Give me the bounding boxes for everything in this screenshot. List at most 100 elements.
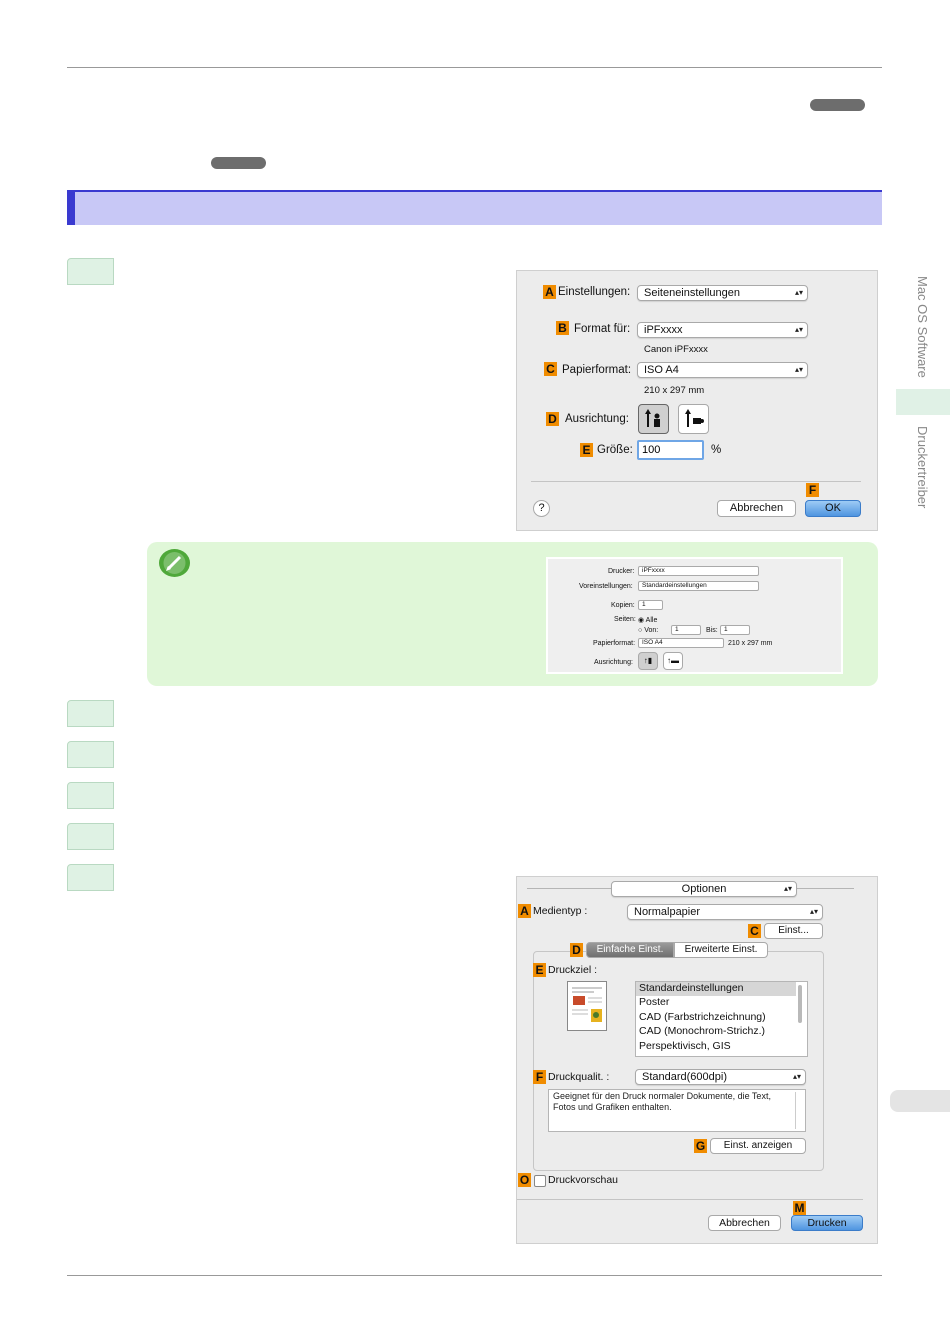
seiten-label: Seiten: (614, 616, 636, 623)
updown-arrow-icon: ▴▾ (794, 325, 803, 334)
drucken-button[interactable]: Drucken (791, 1215, 863, 1231)
updown-arrow-icon: ▴▾ (794, 365, 803, 374)
bis-label: Bis: (706, 627, 718, 634)
kopien-value: 1 (642, 601, 646, 608)
description-text: Geeignet für den Druck normaler Dokument… (553, 1091, 771, 1112)
papierformat-select[interactable]: ISO A4 (638, 638, 724, 648)
kopien-input[interactable]: 1 (638, 600, 663, 610)
radio-von[interactable]: ○ Von: (638, 627, 658, 634)
druckziel-list[interactable]: Standardeinstellungen Poster CAD (Farbst… (635, 981, 808, 1057)
description-box: Geeignet für den Druck normaler Dokument… (548, 1089, 806, 1132)
von-value: 1 (675, 626, 679, 633)
groesse-input[interactable] (637, 440, 704, 460)
format-subtext: Canon iPFxxxx (644, 344, 708, 355)
bottom-rule (67, 1275, 882, 1276)
updown-arrow-icon: ▴▾ (809, 907, 818, 916)
drucker-value: iPFxxxx (642, 567, 665, 574)
bis-value: 1 (724, 626, 728, 633)
druckziel-item[interactable]: Standardeinstellungen (636, 982, 796, 996)
ausrichtung-label: Ausrichtung: (594, 659, 633, 666)
updown-arrow-icon: ▴▾ (794, 288, 803, 297)
help-icon: ? (538, 502, 545, 514)
druckziel-label: Druckziel : (548, 964, 598, 976)
callout-badge: C (748, 924, 761, 938)
druckvorschau-checkbox[interactable] (534, 1175, 546, 1187)
papierformat-size: 210 x 297 mm (728, 640, 773, 647)
druckziel-item[interactable]: Poster (639, 996, 669, 1008)
voreinstellungen-label: Voreinstellungen: (579, 583, 633, 590)
step-marker (67, 741, 114, 768)
radio-alle[interactable]: ◉ Alle (638, 616, 657, 624)
druckqualit-value: Standard(600dpi) (642, 1071, 728, 1083)
callout-badge: F (806, 483, 819, 497)
drucker-select[interactable]: iPFxxxx (638, 566, 759, 576)
format-value: iPFxxxx (644, 324, 683, 336)
link-pill[interactable] (211, 157, 266, 169)
description-scrollbar[interactable] (795, 1092, 796, 1129)
ok-button[interactable]: OK (805, 500, 861, 517)
einstellungen-value: Seiteneinstellungen (644, 287, 741, 299)
callout-badge: F (533, 1070, 546, 1084)
alle-label: Alle (645, 617, 658, 624)
mini-portrait-button[interactable]: ↑▮ (638, 652, 658, 670)
link-pill[interactable] (810, 99, 865, 111)
druckziel-item[interactable]: CAD (Monochrom-Strichz.) (639, 1025, 765, 1037)
callout-badge: D (570, 943, 583, 957)
format-select[interactable]: iPFxxxx ▴▾ (637, 322, 808, 338)
druckqualit-select[interactable]: Standard(600dpi) ▴▾ (635, 1069, 806, 1085)
callout-badge: A (543, 285, 556, 299)
druckziel-item[interactable]: Perspektivisch, GIS (639, 1040, 731, 1052)
einstellungen-select[interactable]: Seiteneinstellungen ▴▾ (637, 285, 808, 301)
orientation-landscape-button[interactable] (678, 404, 709, 434)
orientation-portrait-button[interactable] (638, 404, 669, 434)
portrait-orientation-icon (644, 409, 660, 427)
callout-badge: D (546, 412, 559, 426)
tab-erweiterte-einst[interactable]: Erweiterte Einst. (674, 942, 768, 958)
help-button[interactable]: ? (533, 500, 550, 517)
optionen-select[interactable]: Optionen ▴▾ (611, 881, 797, 897)
mini-landscape-button[interactable]: ↑▬ (663, 652, 683, 670)
top-rule (67, 67, 882, 68)
callout-badge: G (694, 1139, 707, 1153)
drucker-label: Drucker: (608, 568, 635, 575)
cancel-button[interactable]: Abbrechen (708, 1215, 781, 1231)
tab-einfache-einst[interactable]: Einfache Einst. (586, 942, 674, 958)
papierformat-label: Papierformat: (593, 640, 636, 647)
callout-badge: M (793, 1201, 806, 1215)
format-label: Format für: (574, 323, 631, 335)
cancel-button[interactable]: Abbrechen (717, 500, 796, 517)
section-heading-bar (67, 190, 882, 225)
einst-anzeigen-button[interactable]: Einst. anzeigen (710, 1138, 806, 1154)
einst-button[interactable]: Einst... (764, 923, 823, 939)
step-marker (67, 823, 114, 850)
sidebar-label-mac-os-software: Mac OS Software (915, 276, 930, 378)
voreinstellungen-value: Standardeinstellungen (642, 582, 707, 589)
options-rule-right (797, 888, 854, 889)
callout-badge: B (556, 321, 569, 335)
bis-input[interactable]: 1 (720, 625, 750, 635)
kopien-label: Kopien: (611, 602, 635, 609)
percent-sign: % (711, 444, 722, 456)
papierformat-label: Papierformat: (562, 364, 632, 376)
step-marker (67, 258, 114, 285)
sidebar-tab-marker (896, 389, 950, 415)
druckziel-item[interactable]: CAD (Farbstrichzeichnung) (639, 1011, 766, 1023)
papierformat-value: ISO A4 (644, 364, 679, 376)
callout-badge: A (518, 904, 531, 918)
voreinstellungen-select[interactable]: Standardeinstellungen (638, 581, 759, 591)
optionen-value: Optionen (681, 883, 727, 895)
sidebar-chapter-tab[interactable] (890, 1090, 950, 1112)
options-rule-left (527, 888, 611, 889)
papierformat-subtext: 210 x 297 mm (644, 385, 705, 396)
dialog-divider (517, 1199, 863, 1200)
updown-arrow-icon: ▴▾ (792, 1072, 801, 1081)
list-scrollbar[interactable] (798, 985, 802, 1023)
druckqualit-label: Druckqualit. : (548, 1071, 610, 1083)
callout-badge: E (533, 963, 546, 977)
callout-badge: O (518, 1173, 531, 1187)
document-preview-thumbnail (567, 981, 607, 1031)
einstellungen-label: Einstellungen: (558, 286, 631, 298)
von-input[interactable]: 1 (671, 625, 701, 635)
medientyp-select[interactable]: Normalpapier ▴▾ (627, 904, 823, 920)
papierformat-select[interactable]: ISO A4 ▴▾ (637, 362, 808, 378)
